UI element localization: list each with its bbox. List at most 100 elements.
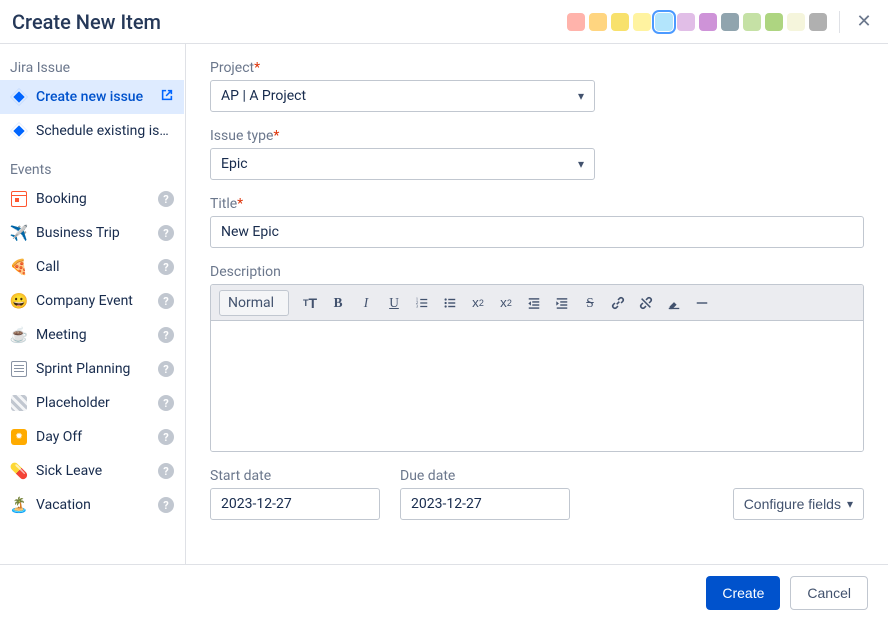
sidebar-item-event[interactable]: ☕ Meeting?	[0, 318, 184, 352]
color-swatch[interactable]	[787, 13, 805, 31]
start-date-input[interactable]	[221, 496, 369, 512]
field-start-date: Start date	[210, 468, 380, 520]
due-date-input-wrapper	[400, 488, 570, 520]
description-textarea[interactable]	[211, 321, 863, 451]
clear-format-icon[interactable]	[661, 290, 687, 316]
help-icon[interactable]: ?	[158, 259, 174, 275]
underline-icon[interactable]: U	[381, 290, 407, 316]
dayoff-icon: ✹	[10, 428, 28, 446]
unordered-list-icon[interactable]	[437, 290, 463, 316]
sidebar-item-event[interactable]: 💊Sick Leave?	[0, 454, 184, 488]
text-style-select[interactable]: Normal	[219, 290, 289, 316]
header-divider	[839, 11, 840, 33]
sidebar-item-label: Business Trip	[36, 225, 150, 241]
description-label: Description	[210, 264, 864, 280]
sidebar-item-event[interactable]: ✈️ Business Trip?	[0, 216, 184, 250]
sidebar-item-label: Call	[36, 259, 150, 275]
title-label: Title*	[210, 196, 864, 212]
dates-row: Start date Due date Configure fields ▾	[210, 468, 864, 520]
ordered-list-icon[interactable]: 123	[409, 290, 435, 316]
indent-icon[interactable]	[549, 290, 575, 316]
color-swatch[interactable]	[611, 13, 629, 31]
project-select[interactable]: AP | A Project ▾	[210, 80, 595, 112]
color-swatch[interactable]	[765, 13, 783, 31]
color-swatch[interactable]	[633, 13, 651, 31]
help-icon[interactable]: ?	[158, 429, 174, 445]
sidebar-item-label: Vacation	[36, 497, 150, 513]
sidebar-item-event[interactable]: 😀Company Event?	[0, 284, 184, 318]
sidebar-item-jira[interactable]: Schedule existing issue	[0, 114, 184, 148]
help-icon[interactable]: ?	[158, 463, 174, 479]
help-icon[interactable]: ?	[158, 361, 174, 377]
cancel-button[interactable]: Cancel	[790, 576, 868, 610]
close-icon: ✕	[856, 11, 871, 32]
issue-type-select[interactable]: Epic ▾	[210, 148, 595, 180]
font-size-icon[interactable]: TT	[297, 290, 323, 316]
subscript-icon[interactable]: x2	[465, 290, 491, 316]
color-swatch[interactable]	[567, 13, 585, 31]
sidebar-item-label: Meeting	[36, 327, 150, 343]
sidebar-item-event[interactable]: Sprint Planning?	[0, 352, 184, 386]
horizontal-rule-icon[interactable]	[689, 290, 715, 316]
required-asterisk: *	[254, 60, 260, 76]
sidebar-item-event[interactable]: 🏝️ Vacation?	[0, 488, 184, 522]
dialog-title: Create New Item	[12, 10, 161, 34]
strikethrough-icon[interactable]: S	[577, 290, 603, 316]
field-issue-type: Issue type* Epic ▾	[210, 128, 864, 180]
outdent-icon[interactable]	[521, 290, 547, 316]
sidebar-item-label: Schedule existing issue	[36, 123, 174, 139]
help-icon[interactable]: ?	[158, 395, 174, 411]
help-icon[interactable]: ?	[158, 191, 174, 207]
link-icon[interactable]	[605, 290, 631, 316]
palm-icon: 🏝️	[10, 496, 28, 514]
sidebar-events-list: Booking?✈️Business Trip?🍕Call?😀Company E…	[0, 182, 184, 522]
sidebar[interactable]: Jira Issue Create new issueSchedule exis…	[0, 44, 185, 564]
help-icon[interactable]: ?	[158, 497, 174, 513]
bold-icon[interactable]: B	[325, 290, 351, 316]
svg-text:3: 3	[416, 303, 419, 308]
chevron-down-icon: ▾	[847, 497, 853, 511]
color-swatch[interactable]	[721, 13, 739, 31]
color-swatch[interactable]	[655, 13, 673, 31]
help-icon[interactable]: ?	[158, 327, 174, 343]
italic-icon[interactable]: I	[353, 290, 379, 316]
due-date-input[interactable]	[411, 496, 559, 512]
coffee-icon: ☕	[10, 326, 28, 344]
sidebar-item-label: Sprint Planning	[36, 361, 150, 377]
sidebar-item-jira[interactable]: Create new issue	[0, 80, 184, 114]
due-date-label: Due date	[400, 468, 570, 484]
sidebar-item-event[interactable]: Booking?	[0, 182, 184, 216]
help-icon[interactable]: ?	[158, 293, 174, 309]
header-right: ✕	[567, 10, 876, 34]
sidebar-item-label: Booking	[36, 191, 150, 207]
start-date-input-wrapper	[210, 488, 380, 520]
sidebar-item-event[interactable]: ✹ Day Off?	[0, 420, 184, 454]
editor-toolbar: Normal TT B I U 123 x2 x2	[211, 285, 863, 321]
issue-type-label: Issue type*	[210, 128, 864, 144]
close-button[interactable]: ✕	[852, 10, 876, 34]
color-swatch[interactable]	[743, 13, 761, 31]
sidebar-item-label: Sick Leave	[36, 463, 150, 479]
title-input-wrapper	[210, 216, 864, 248]
plane-icon: ✈️	[10, 224, 28, 242]
sidebar-item-event[interactable]: 🍕Call?	[0, 250, 184, 284]
dialog-body: Jira Issue Create new issueSchedule exis…	[0, 44, 888, 564]
configure-fields-button[interactable]: Configure fields ▾	[733, 488, 864, 520]
color-swatch[interactable]	[589, 13, 607, 31]
title-input[interactable]	[221, 224, 853, 240]
create-button[interactable]: Create	[706, 576, 780, 610]
superscript-icon[interactable]: x2	[493, 290, 519, 316]
color-swatch[interactable]	[809, 13, 827, 31]
booking-icon	[10, 190, 28, 208]
sidebar-item-event[interactable]: Placeholder?	[0, 386, 184, 420]
issue-type-value: Epic	[221, 156, 248, 172]
sprint-icon	[10, 360, 28, 378]
color-swatch[interactable]	[677, 13, 695, 31]
sidebar-item-label: Day Off	[36, 429, 150, 445]
main-form: Project* AP | A Project ▾ Issue type* Ep…	[185, 44, 888, 564]
project-label: Project*	[210, 60, 864, 76]
color-swatch[interactable]	[699, 13, 717, 31]
unlink-icon[interactable]	[633, 290, 659, 316]
help-icon[interactable]: ?	[158, 225, 174, 241]
required-asterisk: *	[237, 196, 243, 212]
